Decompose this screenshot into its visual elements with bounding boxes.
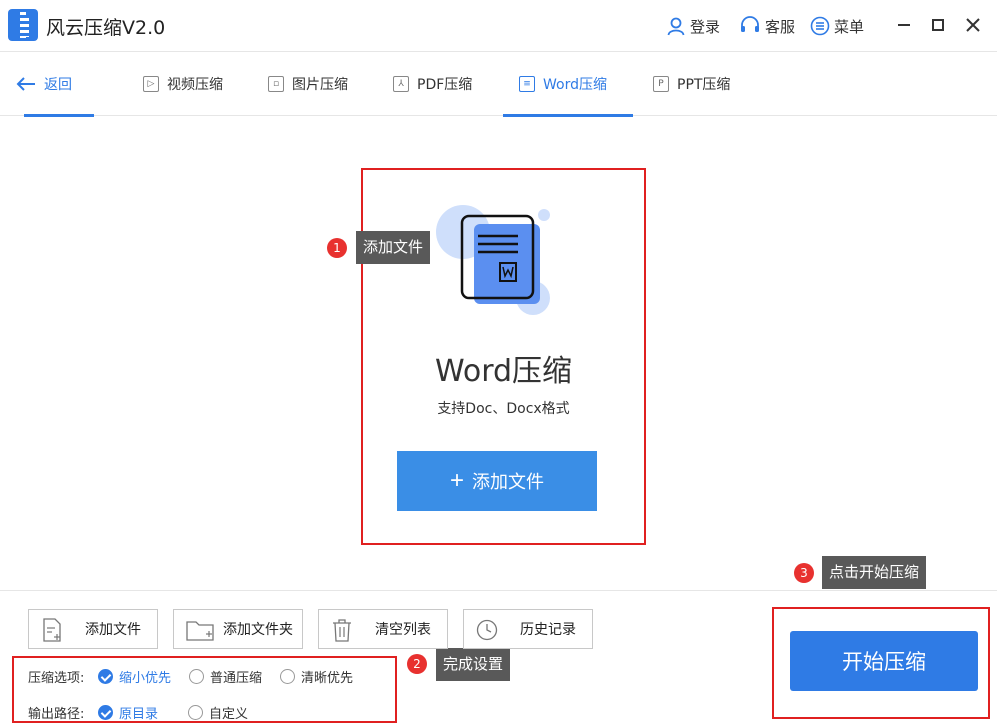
- options-panel: 压缩选项: 缩小优先 普通压缩 清晰优先 输出路径: 原目录 自定义: [12, 656, 397, 723]
- video-icon: ▷: [143, 76, 159, 92]
- radio-original-dir-label: 原目录: [119, 703, 158, 722]
- menu-icon: [810, 16, 830, 36]
- radio-custom-dir[interactable]: 自定义: [188, 703, 248, 722]
- radio-check-icon: [98, 669, 113, 684]
- add-file-button[interactable]: + 添加文件: [397, 451, 597, 511]
- radio-custom-dir-label: 自定义: [209, 703, 248, 722]
- maximize-icon[interactable]: [927, 14, 949, 36]
- step-1-badge: 1: [327, 238, 347, 258]
- app-title: 风云压缩V2.0: [46, 13, 165, 40]
- radio-clarity-priority-label: 清晰优先: [301, 667, 353, 686]
- radio-normal-compress-label: 普通压缩: [210, 667, 262, 686]
- radio-normal-compress[interactable]: 普通压缩: [189, 667, 262, 686]
- app-logo-icon: [8, 9, 38, 41]
- compress-options-label: 压缩选项:: [28, 667, 98, 686]
- word-icon: ≡: [519, 76, 535, 92]
- radio-shrink-priority-label: 缩小优先: [119, 667, 171, 686]
- add-file-tool-label: 添加文件: [73, 619, 153, 639]
- radio-original-dir[interactable]: 原目录: [98, 703, 158, 722]
- compress-options-row: 压缩选项: 缩小优先 普通压缩 清晰优先: [28, 666, 371, 686]
- ppt-icon: P: [653, 76, 669, 92]
- tab-pdf[interactable]: ⅄ PDF压缩: [393, 52, 472, 116]
- radio-circle-icon: [188, 705, 203, 720]
- radio-shrink-priority[interactable]: 缩小优先: [98, 667, 171, 686]
- divider: [0, 590, 997, 591]
- radio-circle-icon: [189, 669, 204, 684]
- start-highlight-box: 开始压缩: [772, 607, 990, 719]
- back-label: 返回: [44, 74, 72, 94]
- tab-image-label: 图片压缩: [292, 74, 348, 94]
- title-bar: 风云压缩V2.0 登录 客服 菜单: [0, 0, 997, 52]
- file-drop-area[interactable]: Word压缩 支持Doc、Docx格式 + 添加文件: [361, 168, 646, 545]
- folder-add-icon: [186, 618, 214, 642]
- arrow-left-icon: [16, 76, 36, 92]
- add-file-label: 添加文件: [472, 468, 544, 494]
- word-document-icon: [431, 200, 561, 320]
- add-file-tool-button[interactable]: 添加文件: [28, 609, 158, 649]
- plus-icon: +: [450, 469, 464, 493]
- output-path-label: 输出路径:: [28, 703, 98, 722]
- step-1-tooltip: 添加文件: [356, 231, 430, 264]
- clear-list-button[interactable]: 清空列表: [318, 609, 448, 649]
- tab-word[interactable]: ≡ Word压缩: [503, 52, 633, 116]
- start-compress-button[interactable]: 开始压缩: [790, 631, 978, 691]
- tab-video-label: 视频压缩: [167, 74, 223, 94]
- step-3-tooltip: 点击开始压缩: [822, 556, 926, 589]
- pdf-icon: ⅄: [393, 76, 409, 92]
- tab-word-label: Word压缩: [543, 74, 607, 94]
- tab-video[interactable]: ▷ 视频压缩: [143, 52, 223, 116]
- drop-subtitle: 支持Doc、Docx格式: [363, 398, 644, 418]
- step-2-badge: 2: [407, 654, 427, 674]
- radio-clarity-priority[interactable]: 清晰优先: [280, 667, 353, 686]
- image-icon: ▫: [268, 76, 284, 92]
- history-label: 历史记录: [508, 619, 588, 639]
- headset-icon: [739, 16, 761, 36]
- menu-button[interactable]: 菜单: [810, 14, 864, 38]
- menu-label: 菜单: [834, 16, 864, 37]
- app-window: 风云压缩V2.0 登录 客服 菜单: [0, 0, 997, 728]
- history-button[interactable]: 历史记录: [463, 609, 593, 649]
- login-button[interactable]: 登录: [666, 14, 720, 38]
- clear-list-label: 清空列表: [363, 619, 443, 639]
- radio-check-icon: [98, 705, 113, 720]
- user-icon: [666, 16, 686, 36]
- tab-bar: 返回 ▷ 视频压缩 ▫ 图片压缩 ⅄ PDF压缩 ≡ Word压缩 P PPT压…: [0, 52, 997, 116]
- service-label: 客服: [765, 16, 795, 37]
- radio-circle-icon: [280, 669, 295, 684]
- step-2-tooltip: 完成设置: [436, 648, 510, 681]
- output-path-row: 输出路径: 原目录 自定义: [28, 702, 266, 722]
- add-folder-label: 添加文件夹: [218, 619, 298, 639]
- trash-icon: [331, 618, 353, 642]
- customer-service-button[interactable]: 客服: [739, 14, 795, 38]
- tab-ppt-label: PPT压缩: [677, 74, 730, 94]
- file-add-icon: [41, 618, 63, 642]
- clock-icon: [476, 618, 498, 642]
- login-label: 登录: [690, 16, 720, 37]
- close-icon[interactable]: [962, 14, 984, 36]
- back-button[interactable]: 返回: [16, 52, 94, 116]
- minimize-icon[interactable]: [893, 14, 915, 36]
- add-folder-button[interactable]: 添加文件夹: [173, 609, 303, 649]
- drop-title: Word压缩: [363, 346, 644, 390]
- step-3-badge: 3: [794, 563, 814, 583]
- tab-pdf-label: PDF压缩: [417, 74, 472, 94]
- tab-image[interactable]: ▫ 图片压缩: [268, 52, 348, 116]
- tab-ppt[interactable]: P PPT压缩: [653, 52, 730, 116]
